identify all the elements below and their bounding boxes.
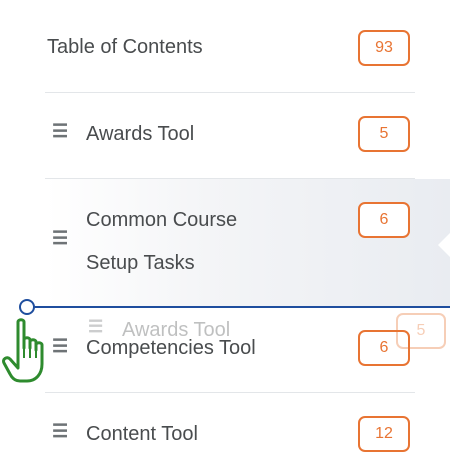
toc-item-awards-tool[interactable]: ☰ Awards Tool 5	[45, 93, 415, 179]
count-badge: 93	[358, 30, 410, 66]
drop-indicator-line	[27, 306, 450, 308]
hand-pointer-icon	[2, 318, 44, 383]
count-badge: 6	[358, 202, 410, 238]
drag-handle-icon[interactable]: ☰	[52, 228, 68, 249]
toc-item-table-of-contents[interactable]: Table of Contents 93	[45, 0, 415, 93]
drag-ghost-badge: 5	[396, 313, 446, 349]
toc-item-label: Awards Tool	[86, 123, 195, 145]
toc-item-content-tool[interactable]: ☰ Content Tool 12	[45, 393, 415, 469]
drag-handle-icon[interactable]: ☰	[52, 421, 68, 442]
selected-indicator	[438, 233, 450, 257]
drag-ghost: ☰ Awards Tool 5	[88, 313, 450, 353]
toc-panel: Table of Contents 93 ☰ Awards Tool 5 ☰ C…	[45, 0, 450, 469]
count-badge: 12	[358, 416, 410, 452]
toc-item-label-line2: Setup Tasks	[86, 252, 195, 274]
toc-item-label-line1: Common Course	[86, 209, 238, 231]
drag-handle-icon: ☰	[88, 317, 104, 336]
toc-item-label: Table of Contents	[47, 36, 203, 58]
drop-indicator-dot	[19, 299, 35, 315]
toc-item-common-course-setup-tasks[interactable]: ☰ Common Course Setup Tasks 6	[45, 179, 450, 307]
count-badge: 5	[358, 116, 410, 152]
toc-item-label: Content Tool	[86, 423, 198, 445]
drag-handle-icon[interactable]: ☰	[52, 121, 68, 142]
drag-ghost-label: Awards Tool	[122, 319, 231, 341]
